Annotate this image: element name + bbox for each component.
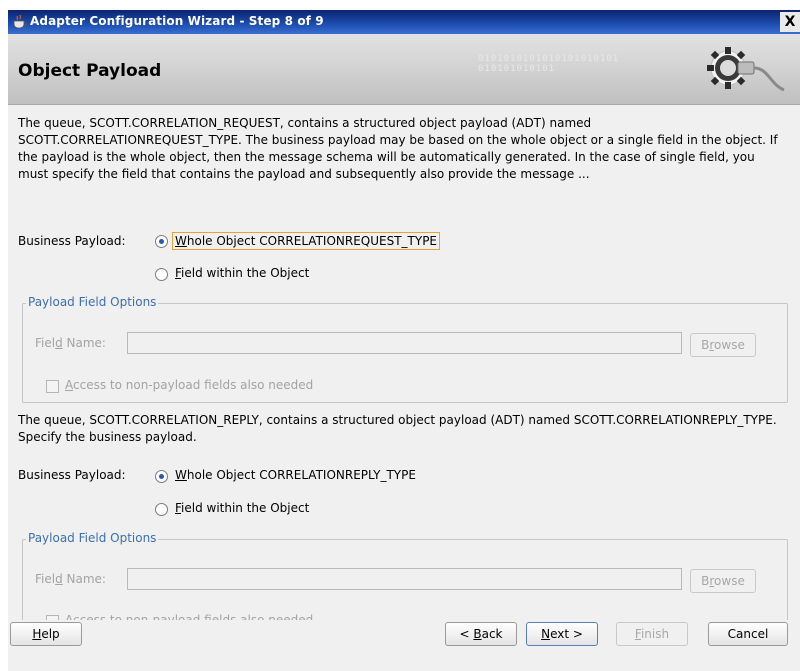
help-button[interactable]: Help <box>10 622 82 646</box>
field-name-input[interactable] <box>127 332 682 354</box>
field-name-label: Field Name: <box>35 336 106 350</box>
browse-button[interactable]: Browse <box>690 569 756 593</box>
whole-object-radio[interactable] <box>155 235 168 248</box>
group-title: Payload Field Options <box>26 531 159 545</box>
page-banner: Object Payload 0101010101010101010101 01… <box>8 34 800 105</box>
wizard-footer: Help < Back Next > Finish Cancel <box>8 620 800 671</box>
cancel-button[interactable]: Cancel <box>708 622 788 646</box>
whole-object-option-label[interactable]: Whole Object CORRELATIONREPLY_TYPE <box>175 468 416 482</box>
field-within-object-option-label[interactable]: Field within the Object <box>175 501 309 515</box>
field-within-object-radio[interactable] <box>155 503 168 516</box>
wizard-window: Adapter Configuration Wizard - Step 8 of… <box>8 10 800 671</box>
access-non-payload-checkbox[interactable] <box>46 380 59 393</box>
wizard-content: The queue, SCOTT.CORRELATION_REQUEST, co… <box>8 105 800 631</box>
title-bar: Adapter Configuration Wizard - Step 8 of… <box>8 10 800 34</box>
request-description: The queue, SCOTT.CORRELATION_REQUEST, co… <box>18 116 778 181</box>
page-title: Object Payload <box>18 61 162 81</box>
field-name-input[interactable] <box>127 568 682 590</box>
close-button[interactable]: X <box>780 12 800 32</box>
browse-button[interactable]: Browse <box>690 333 756 357</box>
access-non-payload-label: Access to non-payload fields also needed <box>65 378 314 392</box>
group-title: Payload Field Options <box>26 295 159 309</box>
gear-plug-icon <box>707 47 785 92</box>
field-within-object-option-label[interactable]: Field within the Object <box>175 266 309 280</box>
field-name-label: Field Name: <box>35 572 106 586</box>
business-payload-label: Business Payload: <box>18 468 126 482</box>
binary-decoration: 0101010101010101010101 010101010101 <box>478 54 620 74</box>
field-within-object-radio[interactable] <box>155 268 168 281</box>
coffee-cup-icon <box>13 14 28 29</box>
back-button[interactable]: < Back <box>445 622 517 646</box>
finish-button[interactable]: Finish <box>616 622 688 646</box>
next-button[interactable]: Next > <box>526 622 598 646</box>
window-title: Adapter Configuration Wizard - Step 8 of… <box>30 14 324 28</box>
reply-description: The queue, SCOTT.CORRELATION_REPLY, cont… <box>18 413 777 444</box>
business-payload-label: Business Payload: <box>18 234 126 248</box>
whole-object-option-label[interactable]: Whole Object CORRELATIONREQUEST_TYPE <box>172 232 441 250</box>
whole-object-radio[interactable] <box>155 470 168 483</box>
